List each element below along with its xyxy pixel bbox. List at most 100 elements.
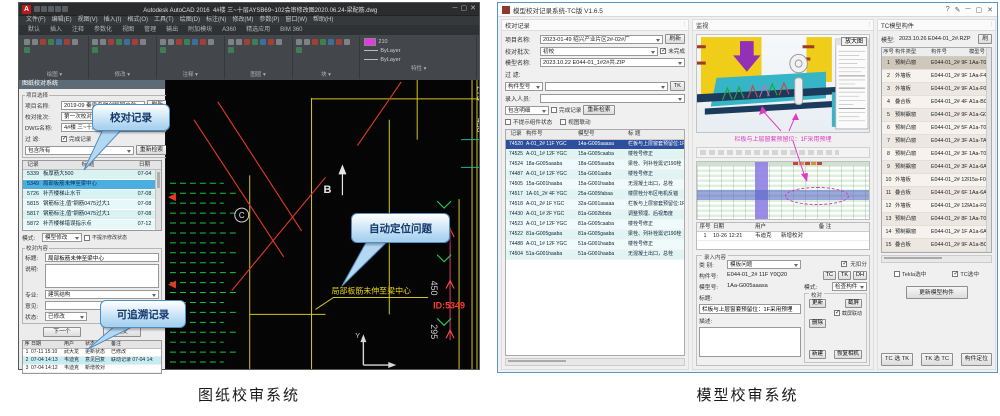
menu-item[interactable]: 格式(O) bbox=[124, 16, 151, 25]
ribbon-tab[interactable]: 管理 bbox=[139, 25, 161, 35]
submit-button[interactable]: 提交 bbox=[103, 327, 141, 337]
lineweight-control[interactable]: ByLayer bbox=[364, 55, 473, 64]
table-row[interactable]: 7 预制凸窗 E044-01_2# 3F Y A1a-TA02 bbox=[882, 135, 987, 148]
autocad-logo-icon[interactable]: A bbox=[22, 5, 31, 14]
scrollbar[interactable] bbox=[986, 48, 991, 252]
checkbox-icon[interactable] bbox=[505, 119, 511, 125]
update-button[interactable]: 更新 bbox=[809, 299, 826, 308]
checkbox-checked-icon[interactable] bbox=[841, 261, 847, 267]
tk-select-tc-button[interactable]: TK 选 TC bbox=[921, 353, 953, 366]
checkbox-icon[interactable] bbox=[894, 271, 900, 277]
ribbon-tool-icons[interactable] bbox=[92, 37, 153, 70]
checkbox-icon[interactable] bbox=[551, 107, 557, 113]
ribbon-tab[interactable]: 参数化 bbox=[89, 25, 117, 35]
history-row[interactable]: 3 07-04 14:12 韦迪克 新增校对 bbox=[23, 365, 161, 373]
refresh-button[interactable]: 刷新 bbox=[665, 34, 685, 44]
menu-item[interactable]: 视图(V) bbox=[75, 16, 101, 25]
tc-button[interactable]: TC bbox=[823, 271, 836, 280]
next-button[interactable]: 下一个 bbox=[43, 327, 81, 337]
menu-item[interactable]: 绘图(D) bbox=[177, 16, 203, 25]
table-row[interactable]: 11 叠合板 E044-01_2# 6F Y 1Aa-6A02 bbox=[882, 187, 987, 200]
horizontal-scrollbar[interactable] bbox=[505, 358, 685, 366]
ribbon-group-label[interactable]: 修改 ▾ bbox=[92, 70, 153, 78]
ribbon-group-label[interactable]: 特性 ▾ bbox=[364, 64, 473, 72]
ribbon-tab[interactable]: A360 bbox=[217, 25, 241, 35]
refresh-button[interactable]: 刷 bbox=[978, 34, 992, 44]
component-spreadsheet[interactable] bbox=[696, 161, 870, 220]
menu-item[interactable]: 标注(N) bbox=[203, 16, 229, 25]
menu-item[interactable]: 插入(I) bbox=[101, 16, 125, 25]
table-row[interactable]: 74488 A-01_1# 12F YGC 51a-G001haaba 楼栓号修… bbox=[506, 240, 684, 250]
ribbon-tool-icons[interactable] bbox=[296, 37, 357, 70]
component-filter-select[interactable] bbox=[545, 82, 668, 91]
table-row[interactable]: 9 预制飘窗 E044-01_2# 3F Y A1a-6A03 bbox=[882, 161, 987, 174]
table-row[interactable]: 74505 15a-G001haaba 15a-G001haaba 无混凝土出口… bbox=[506, 180, 684, 190]
tk-button[interactable]: TK bbox=[670, 81, 685, 91]
table-row[interactable]: 74487 A-01_1# 12F YGC 15a-G001aaba 楼栓号修正 bbox=[506, 170, 684, 180]
table-row[interactable]: 6 预制凸窗 E044-01_2# 5F Y A1a-T001 bbox=[882, 122, 987, 135]
search-button[interactable]: 重新检索 bbox=[583, 105, 614, 115]
checkbox-checked-icon[interactable] bbox=[952, 271, 958, 277]
pin-icon[interactable]: ⫶ bbox=[683, 22, 685, 29]
table-row[interactable]: 5817 钢筋标注,值"钢筋0475过大1 07-08 bbox=[23, 210, 156, 220]
status-select[interactable]: 已修改 bbox=[45, 312, 87, 321]
log-row[interactable]: 1 10-26 12:21 韦迪克 新增校对 bbox=[697, 232, 869, 241]
ribbon-tab[interactable]: 附加模块 bbox=[183, 25, 217, 35]
locate-component-button[interactable]: 构件定位 bbox=[961, 353, 992, 366]
table-row[interactable]: 5815 钢筋标注,值"钢筋0475过大1 07-08 bbox=[23, 200, 156, 210]
screenshot-button[interactable]: 截屏 bbox=[845, 299, 862, 308]
history-row[interactable]: 2 07-04 14:13 韦迪克 意见回复 联动记录 07-04 14: bbox=[23, 357, 161, 365]
table-row[interactable]: 74524 18a-G005aaaba 18a-G005aaaba 梁栓、列补栓… bbox=[506, 160, 684, 170]
title-field[interactable] bbox=[45, 253, 159, 262]
table-row[interactable]: 10 外墙板 E044-01_2# 12F 15a-F001 bbox=[882, 174, 987, 187]
table-row[interactable]: 1 预制凸窗 E044-01_2# 9F Y 1Aa-T002 bbox=[882, 57, 987, 70]
category-select[interactable]: 模板问题 bbox=[727, 260, 801, 269]
table-row[interactable]: 15 叠合板 E044-01_2# 9F Y A1a-B005 bbox=[882, 239, 987, 252]
maximize-icon[interactable]: ▢ bbox=[976, 6, 983, 14]
zoom-view-button[interactable]: 放大图 bbox=[841, 37, 867, 46]
ribbon-tab[interactable]: BIM 360 bbox=[275, 25, 307, 35]
model-select[interactable]: 2023.10.22 E044-01_1#2#共.ZIP bbox=[540, 58, 685, 67]
project-select[interactable]: 2023-01-49 绍兴产业片区2#-02#厂 bbox=[540, 35, 663, 44]
table-row[interactable]: 2 外墙板 E044-01_2# 9F Y 1Aa-F401 bbox=[882, 70, 987, 83]
menu-item[interactable]: 工具(T) bbox=[151, 16, 177, 25]
history-row[interactable]: 1 07-11 15:10 武大龙 更新状态 已修改 bbox=[23, 349, 161, 357]
ribbon-tab[interactable]: 视图 bbox=[117, 25, 139, 35]
close-icon[interactable]: ✕ bbox=[987, 6, 993, 14]
ribbon-tab[interactable]: 精选应用 bbox=[241, 25, 275, 35]
ribbon-group-label[interactable]: 块 ▾ bbox=[296, 70, 357, 78]
quick-access-toolbar[interactable] bbox=[34, 6, 68, 12]
contain-select[interactable]: 包含明细 bbox=[505, 106, 549, 115]
table-row[interactable]: 74523 A-01_1# 12F YGC 81a-G005caaba 楼栓号修… bbox=[506, 220, 684, 230]
description-field[interactable] bbox=[45, 264, 159, 288]
checkbox-checked-icon[interactable] bbox=[660, 48, 666, 54]
table-row[interactable]: 74518 A-01_2# 1F YGC 32a-G001aaaaa 栏板与上层… bbox=[506, 200, 684, 210]
table-row[interactable]: 5349 局部板筋未伸至梁中心 bbox=[23, 180, 156, 190]
edit-icon[interactable]: ✎ bbox=[955, 6, 961, 14]
table-row[interactable]: 74522 81a-G005gaaba 81a-G005gaaba 梁栓、列补栓… bbox=[506, 230, 684, 240]
major-select[interactable]: 建筑结构 bbox=[45, 290, 159, 299]
table-row[interactable]: 5726 补齐楼梯止水节 07-08 bbox=[23, 190, 156, 200]
title-field[interactable] bbox=[699, 304, 801, 314]
ribbon-tool-icons[interactable] bbox=[228, 37, 289, 70]
ribbon-tool-icons[interactable] bbox=[24, 37, 85, 70]
3d-viewport[interactable]: 放大图 bbox=[696, 34, 870, 133]
component-type-select[interactable]: 构件型号 bbox=[505, 82, 543, 91]
new-button[interactable]: 新建 bbox=[809, 350, 826, 359]
menu-item[interactable]: 编辑(E) bbox=[49, 16, 75, 25]
table-row[interactable]: 8 预制凸窗 E044-01_2# 3F Y 1Aa-T003 bbox=[882, 148, 987, 161]
checkbox-icon[interactable] bbox=[560, 119, 566, 125]
contain-select[interactable]: 包含所有 bbox=[25, 146, 134, 155]
mode-select[interactable]: 检查构件 bbox=[832, 282, 867, 291]
table-row[interactable]: 12 外墙板 E044-01_2# 12F A1a-F003 bbox=[882, 200, 987, 213]
batch-select[interactable]: 初校 bbox=[540, 47, 658, 56]
ribbon-tab[interactable]: 输出 bbox=[161, 25, 183, 35]
maximize-icon[interactable]: ▢ bbox=[461, 4, 468, 14]
table-row[interactable]: 14 预制飘窗 E044-01_2# 1F Y A1a-6A03 bbox=[882, 226, 987, 239]
close-icon[interactable]: ✕ bbox=[470, 4, 476, 14]
tc-select-tk-button[interactable]: TC 选 TK bbox=[881, 353, 913, 366]
mode-select[interactable]: 模型修改 bbox=[42, 233, 82, 242]
pin-icon[interactable]: ⫶ bbox=[990, 22, 992, 29]
help-icon[interactable]: ? bbox=[946, 6, 950, 14]
checkbox-checked-icon[interactable] bbox=[834, 310, 840, 316]
